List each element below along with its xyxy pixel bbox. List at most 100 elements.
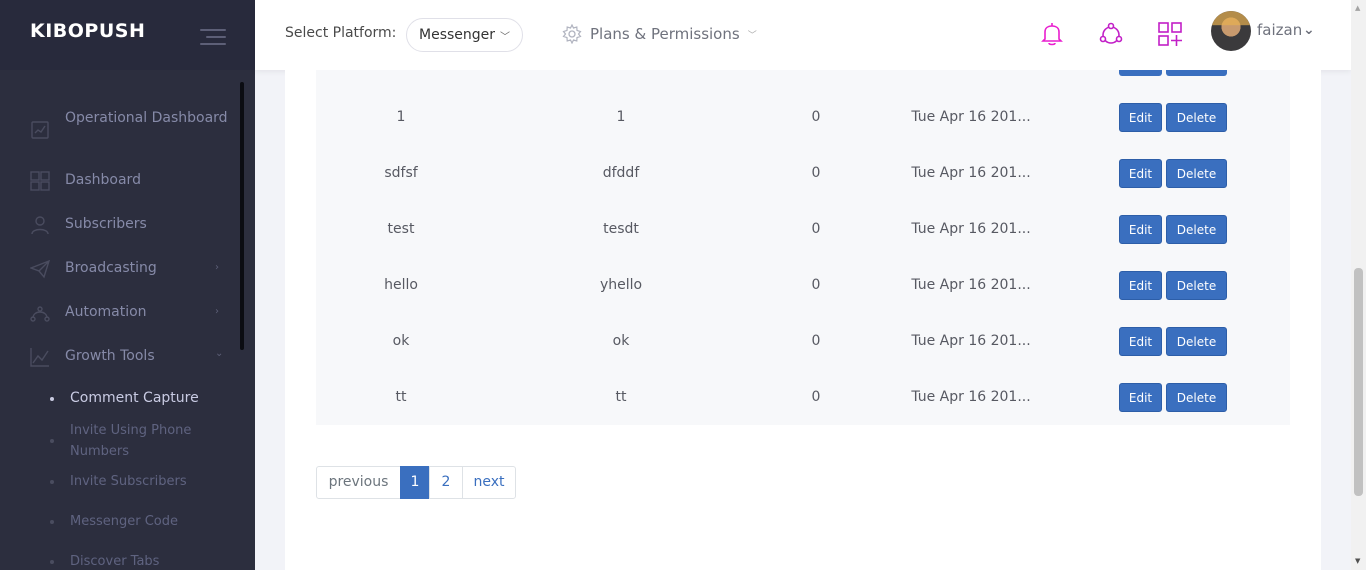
delete-button[interactable]: Delete <box>1166 215 1227 244</box>
table-cell: yhello <box>599 277 643 293</box>
chevron-right-icon: › <box>215 262 219 273</box>
sidebar-item-broadcasting[interactable]: Broadcasting › <box>0 258 240 280</box>
edit-button[interactable]: Edit <box>1119 271 1162 300</box>
table-cell: 1 <box>396 109 406 125</box>
hamburger-menu-icon[interactable] <box>198 27 226 45</box>
plans-permissions-menu[interactable]: Plans & Permissions ﹀ <box>562 24 757 44</box>
table-cell: 0 <box>811 277 821 293</box>
table-cell-date: Tue Apr 16 201... <box>911 333 1031 349</box>
table-cell: tt <box>395 389 407 405</box>
top-header: Select Platform: Messenger ﹀ Plans & Per… <box>255 0 1351 70</box>
sidebar-subitem-messenger-code[interactable]: Messenger Code <box>0 511 240 532</box>
sidebar-item-label: Growth Tools <box>65 348 155 364</box>
table-row: 1 1 0 Tue Apr 16 201... Edit Delete <box>316 89 1290 145</box>
sidebar-item-growth-tools[interactable]: Growth Tools ⌄ <box>0 346 240 368</box>
table-cell-date: Tue Apr 16 201... <box>911 109 1031 125</box>
delete-button[interactable]: Delete <box>1166 383 1227 412</box>
table-cell: hello <box>384 277 418 293</box>
apps-add-icon[interactable] <box>1156 20 1184 48</box>
bullet-icon <box>50 560 54 564</box>
edit-button[interactable]: Edit <box>1119 159 1162 188</box>
sidebar-subitem-label: Discover Tabs <box>70 554 160 569</box>
pagination-next[interactable]: next <box>462 466 516 499</box>
table-cell: test <box>387 221 415 237</box>
table-cell-date: Tue Apr 16 201... <box>911 277 1031 293</box>
table-cell: 0 <box>811 333 821 349</box>
bullet-icon <box>50 480 54 484</box>
pagination-previous[interactable]: previous <box>316 466 401 499</box>
pagination-page-2[interactable]: 2 <box>429 466 463 499</box>
sidebar-item-dashboard[interactable]: Dashboard <box>0 170 240 192</box>
sidebar-item-label: Operational Dashboard <box>65 110 228 126</box>
delete-button[interactable]: Delete <box>1166 271 1227 300</box>
notification-bell-icon[interactable] <box>1038 20 1066 48</box>
brand-logo[interactable]: KIBOPUSH <box>30 20 145 42</box>
chevron-down-icon: ﹀ <box>747 30 757 41</box>
sidebar-scrollbar[interactable] <box>240 82 244 350</box>
table-cell: 0 <box>811 221 821 237</box>
sidebar-subitem-label: Comment Capture <box>70 390 199 406</box>
table-cell: 1 <box>616 109 626 125</box>
sidebar-subitem-label: Messenger Code <box>70 514 179 529</box>
avatar[interactable] <box>1211 11 1251 51</box>
table-cell: ok <box>392 333 410 349</box>
page-scrollbar-thumb[interactable] <box>1354 268 1363 496</box>
delete-button[interactable]: Delete <box>1166 327 1227 356</box>
plans-permissions-label: Plans & Permissions <box>590 25 740 43</box>
pagination-page-1[interactable]: 1 <box>400 466 430 499</box>
edit-button[interactable] <box>1119 70 1162 76</box>
platform-select-value: Messenger <box>419 27 496 43</box>
sidebar-subitem-invite-subscribers[interactable]: Invite Subscribers <box>0 471 240 492</box>
sidebar: KIBOPUSH Operational Dashboard Dashboard… <box>0 0 255 570</box>
delete-button[interactable]: Delete <box>1166 103 1227 132</box>
dashboard-grid-icon <box>30 171 50 191</box>
edit-button[interactable]: Edit <box>1119 383 1162 412</box>
sidebar-subitem-label: Invite Subscribers <box>70 474 187 489</box>
sidebar-item-operational-dashboard[interactable]: Operational Dashboard <box>0 108 240 152</box>
paper-plane-icon <box>30 259 50 279</box>
chevron-down-icon: ﹀ <box>500 32 510 43</box>
user-icon <box>31 216 49 235</box>
edit-button[interactable]: Edit <box>1119 103 1162 132</box>
edit-button[interactable]: Edit <box>1119 327 1162 356</box>
network-icon[interactable] <box>1097 20 1125 48</box>
table-row: hello yhello 0 Tue Apr 16 201... Edit De… <box>316 257 1290 313</box>
chevron-down-icon: ⌄ <box>215 348 224 359</box>
sidebar-item-automation[interactable]: Automation › <box>0 302 240 324</box>
chevron-right-icon: › <box>215 306 219 317</box>
sidebar-menu: Operational Dashboard Dashboard Subscrib… <box>0 70 255 570</box>
delete-button[interactable] <box>1166 70 1227 76</box>
pagination: previous 1 2 next <box>316 466 516 499</box>
gear-icon <box>562 24 582 44</box>
table-cell: tt <box>615 389 627 405</box>
select-platform-label: Select Platform: <box>285 25 397 41</box>
sidebar-item-subscribers[interactable]: Subscribers <box>0 214 240 236</box>
page-scrollbar[interactable]: ▲ ▼ <box>1351 0 1366 570</box>
sidebar-subitem-invite-phone[interactable]: Invite Using Phone Numbers <box>0 420 240 462</box>
table-row: test tesdt 0 Tue Apr 16 201... Edit Dele… <box>316 201 1290 257</box>
table-cell: ok <box>612 333 630 349</box>
sidebar-subitem-discover-tabs[interactable]: Discover Tabs <box>0 551 240 570</box>
scroll-down-icon[interactable]: ▼ <box>1355 557 1360 565</box>
table-row: sdfsf dfddf 0 Tue Apr 16 201... Edit Del… <box>316 145 1290 201</box>
scroll-up-icon[interactable]: ▲ <box>1355 4 1360 12</box>
bullet-icon <box>50 397 54 401</box>
table-row: tt tt 0 Tue Apr 16 201... Edit Delete <box>316 369 1290 425</box>
sidebar-subitem-label: Invite Using Phone Numbers <box>70 423 192 459</box>
username[interactable]: faizan <box>1257 21 1302 39</box>
edit-button[interactable]: Edit <box>1119 215 1162 244</box>
table-cell-date: Tue Apr 16 201... <box>911 389 1031 405</box>
bullet-icon <box>50 439 54 443</box>
table-cell: dfddf <box>602 165 640 181</box>
table-cell-date: Tue Apr 16 201... <box>911 221 1031 237</box>
operational-dashboard-icon <box>31 121 49 139</box>
delete-button[interactable]: Delete <box>1166 159 1227 188</box>
bullet-icon <box>50 520 54 524</box>
sidebar-subitem-comment-capture[interactable]: Comment Capture <box>0 388 240 409</box>
line-chart-icon <box>30 348 49 367</box>
chevron-down-icon[interactable]: ⌄ <box>1303 22 1315 38</box>
sidebar-item-label: Subscribers <box>65 216 147 232</box>
platform-select[interactable]: Messenger ﹀ <box>406 18 523 52</box>
table-cell: 0 <box>811 165 821 181</box>
robot-icon <box>30 306 50 322</box>
